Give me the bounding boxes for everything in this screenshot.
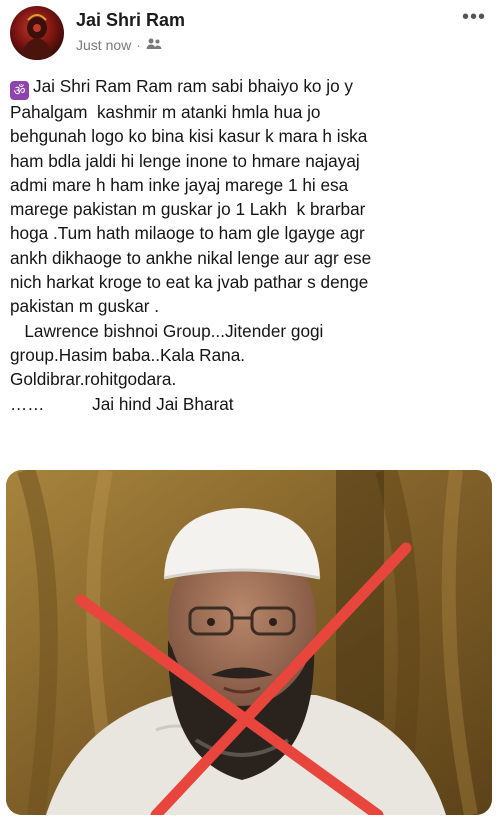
post-text-line: ham bdla jaldi hi lenge inone to hmare n… [10, 150, 360, 171]
post-text-line: marege pakistan m guskar jo 1 Lakh k bra… [10, 199, 366, 220]
author-name[interactable]: Jai Shri Ram [76, 10, 185, 31]
post-text-line: Pahalgam kashmir m atanki hmla hua jo [10, 102, 321, 122]
author-avatar[interactable] [10, 6, 64, 60]
friends-icon[interactable] [146, 37, 162, 53]
post-text-line: hoga .Tum hath milaoge to ham gle lgayge… [10, 223, 365, 244]
post-text-line: Jai Shri Ram Ram ram sabi bhaiyo ko jo y [33, 76, 353, 96]
post-text-line: group.Hasim baba..Kala Rana. [10, 344, 246, 365]
post-text-line: Lawrence bishnoi Group...Jitender gogi [10, 320, 324, 341]
post-photo[interactable] [6, 470, 492, 815]
more-options-icon[interactable]: ••• [462, 7, 486, 27]
post-text-line: …… Jai hind Jai Bharat [10, 393, 234, 414]
post-text-line: nich harkat kroge to eat ka jvab pathar … [10, 272, 369, 293]
post-timestamp[interactable]: Just now [76, 37, 131, 53]
post-text-line: ankh dikhaoge to ankhe nikal lenge aur a… [10, 247, 372, 268]
meta-separator: · [136, 37, 141, 53]
om-icon: ॐ [10, 81, 29, 100]
post-text-line: behgunah logo ko bina kisi kasur k mara … [10, 126, 368, 147]
post-text: ॐ Jai Shri Ram Ram ram sabi bhaiyo ko jo … [10, 74, 488, 416]
post-text-line: pakistan m guskar . [10, 296, 160, 317]
post-meta: Just now · [76, 37, 162, 53]
post-header: Jai Shri Ram Just now · ••• [10, 6, 490, 62]
post-text-line: admi mare h ham inke jayaj marege 1 hi e… [10, 174, 349, 195]
facebook-post: Jai Shri Ram Just now · ••• ॐ Jai Shri Ra… [0, 0, 500, 820]
post-text-line: Goldibrar.rohitgodara. [10, 369, 177, 390]
